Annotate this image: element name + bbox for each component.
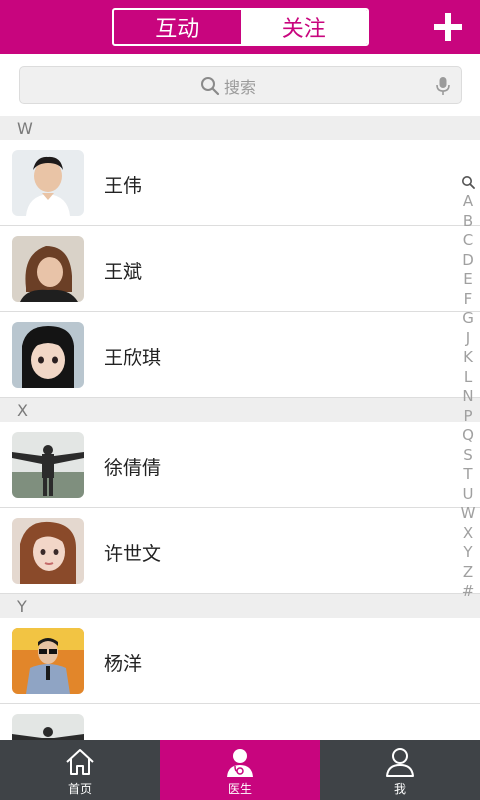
index-letter[interactable]: W [461, 504, 476, 524]
avatar [12, 432, 84, 498]
contact-row[interactable]: 王斌 [0, 226, 480, 312]
index-letter[interactable]: F [464, 290, 473, 310]
contact-row[interactable] [0, 704, 480, 740]
contact-name: 王伟 [104, 175, 143, 197]
index-letter[interactable]: X [463, 524, 473, 544]
index-letter[interactable]: D [462, 251, 474, 271]
search-area: 搜索 [0, 54, 480, 116]
doctor-icon [227, 749, 253, 777]
contact-name: 杨洋 [104, 653, 143, 675]
top-bar: 互动 关注 [0, 0, 480, 54]
index-letter[interactable]: Q [462, 426, 474, 446]
index-letter[interactable]: B [463, 212, 473, 232]
contact-name: 许世文 [104, 543, 162, 565]
index-letter[interactable]: E [463, 270, 472, 290]
avatar [12, 322, 84, 388]
index-letter[interactable]: G [462, 309, 474, 329]
index-letter[interactable]: K [463, 348, 473, 368]
section-header-x: X [0, 398, 480, 422]
contact-name: 王斌 [104, 261, 143, 283]
contact-name: 徐倩倩 [104, 457, 162, 479]
avatar [12, 150, 84, 216]
microphone-icon[interactable] [435, 76, 451, 96]
contact-name: 王欣琪 [104, 347, 162, 369]
plus-icon[interactable] [434, 13, 462, 41]
nav-label: 我 [393, 782, 406, 796]
section-header-y: Y [0, 594, 480, 618]
index-letter[interactable]: N [462, 387, 473, 407]
avatar [12, 236, 84, 302]
avatar [12, 628, 84, 694]
index-letter[interactable]: C [463, 231, 473, 251]
index-letter[interactable]: S [463, 446, 473, 466]
nav-doctor[interactable]: 医生 [160, 740, 320, 800]
tab-following[interactable]: 关注 [240, 10, 367, 44]
nav-home[interactable]: 首页 [0, 740, 160, 800]
index-letter[interactable]: A [463, 192, 473, 212]
bottom-nav: 首页 医生 我 [0, 740, 480, 800]
avatar [12, 518, 84, 584]
segmented-control: 互动 关注 [112, 8, 369, 46]
person-icon [386, 748, 414, 777]
nav-label: 医生 [227, 782, 252, 796]
index-letter[interactable]: U [463, 485, 474, 505]
section-header-w: W [0, 116, 480, 140]
search-placeholder: 搜索 [224, 78, 257, 97]
index-letter[interactable]: T [463, 465, 472, 485]
contact-row[interactable]: 王伟 [0, 140, 480, 226]
tab-interaction[interactable]: 互动 [114, 10, 241, 44]
search-icon[interactable] [461, 175, 475, 189]
avatar [12, 714, 84, 740]
contact-row[interactable]: 许世文 [0, 508, 480, 594]
index-letter[interactable]: Y [463, 543, 472, 563]
index-letter[interactable]: Z [463, 563, 473, 583]
contact-row[interactable]: 徐倩倩 [0, 422, 480, 508]
contact-row[interactable]: 杨洋 [0, 618, 480, 704]
alphabet-index[interactable]: A B C D E F G J K L N P Q S T U W X Y Z … [460, 175, 476, 602]
home-icon [66, 749, 94, 775]
nav-me[interactable]: 我 [320, 740, 480, 800]
contact-list[interactable]: W 王伟 王斌 王欣琪 X 徐倩倩 许世文 Y 杨洋 [0, 116, 480, 740]
index-letter[interactable]: L [464, 368, 472, 388]
search-input[interactable]: 搜索 [19, 66, 462, 104]
nav-label: 首页 [67, 782, 92, 796]
contact-row[interactable]: 王欣琪 [0, 312, 480, 398]
index-letter[interactable]: # [462, 582, 475, 602]
search-icon [201, 77, 220, 96]
index-letter[interactable]: P [463, 407, 472, 427]
index-letter[interactable]: J [466, 329, 470, 349]
